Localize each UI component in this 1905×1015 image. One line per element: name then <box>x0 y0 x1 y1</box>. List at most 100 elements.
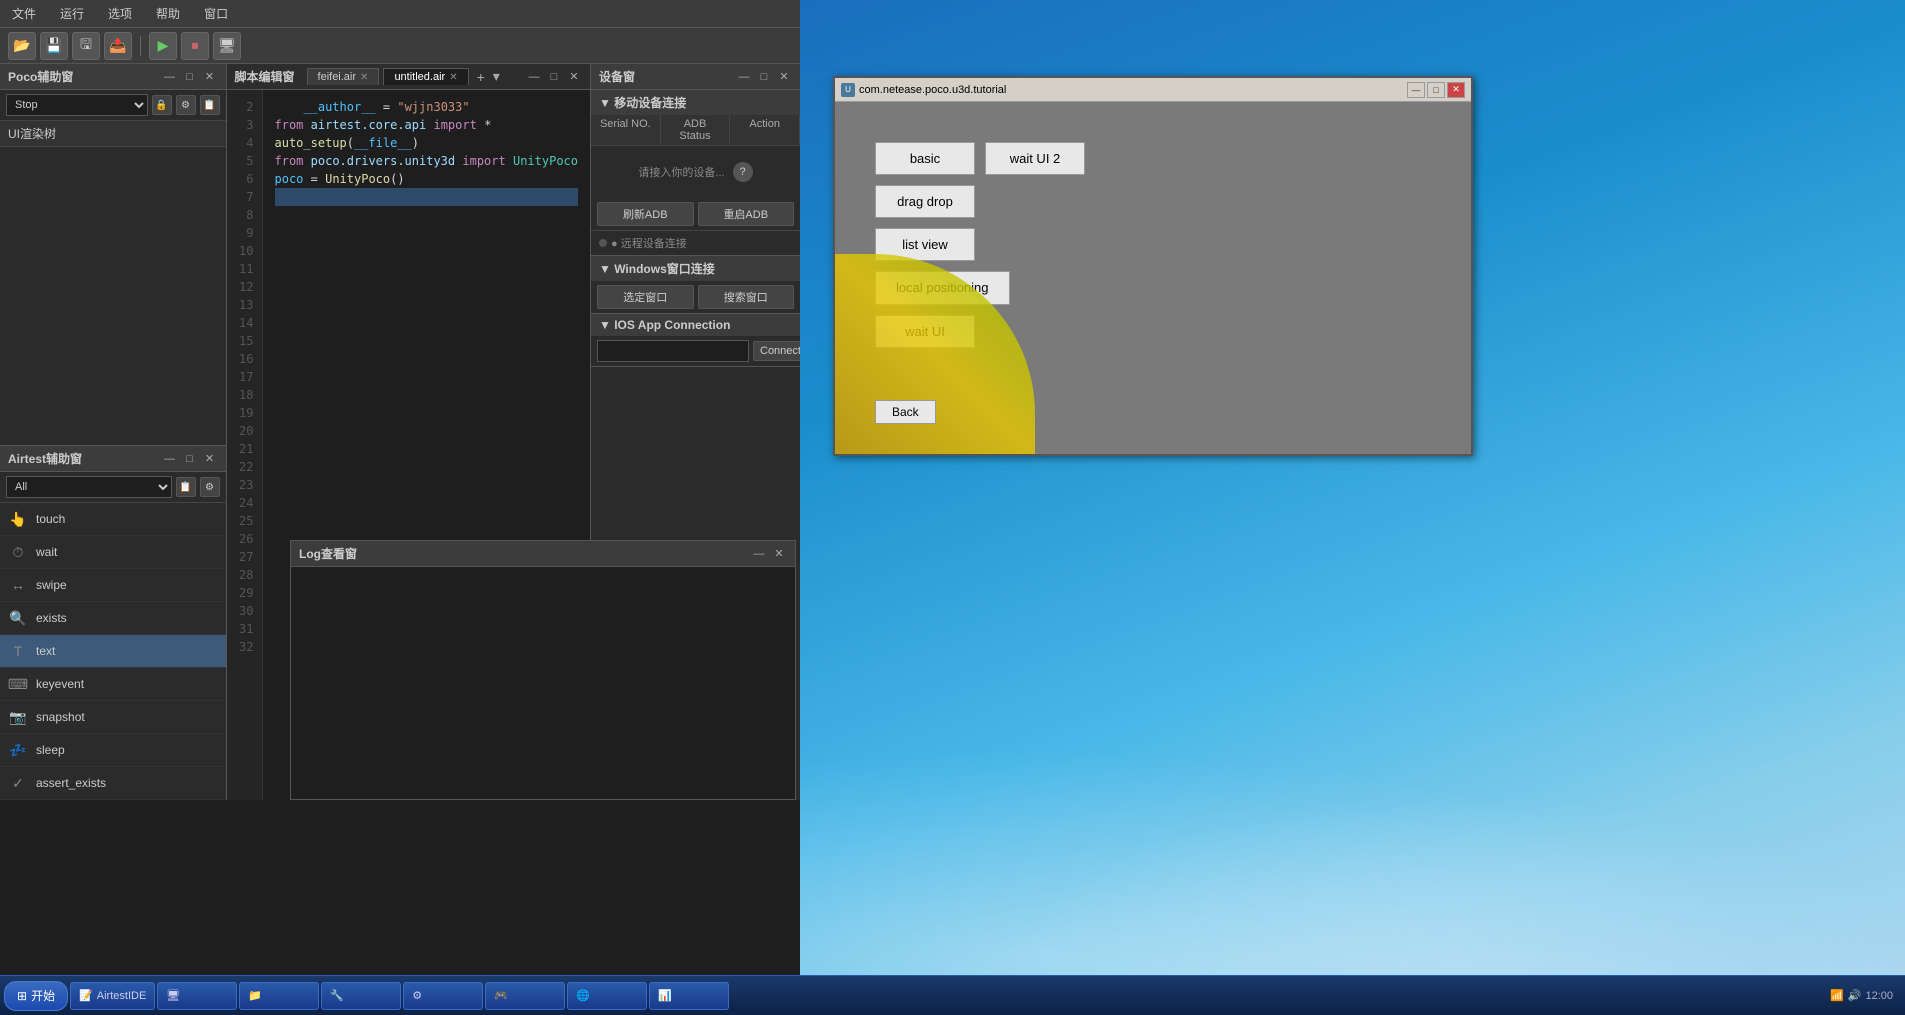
taskbar-item-0[interactable]: 📝 AirtestIDE <box>70 982 155 1010</box>
taskbar-item-5[interactable]: 🎮 <box>485 982 565 1010</box>
col-action: Action <box>730 115 800 145</box>
run-button[interactable]: ▶ <box>149 32 177 60</box>
windows-section-toggle[interactable]: ▼ Windows窗口连接 <box>591 256 800 281</box>
menu-options[interactable]: 选项 <box>104 3 136 24</box>
menu-file[interactable]: 文件 <box>8 3 40 24</box>
unity-close-btn[interactable]: ✕ <box>1447 82 1465 98</box>
unity-basic-button[interactable]: basic <box>875 142 975 175</box>
code-line-2: __author__ = "wjjn3033" <box>275 98 579 116</box>
airtest-filter-select[interactable]: All <box>6 476 172 498</box>
tab-feifei[interactable]: feifei.air ✕ <box>307 68 380 85</box>
unity-waitui2-button[interactable]: wait UI 2 <box>985 142 1085 175</box>
menu-help[interactable]: 帮助 <box>152 3 184 24</box>
editor-minimize-btn[interactable]: — <box>526 69 542 85</box>
airtest-copy-btn[interactable]: 📋 <box>176 477 196 497</box>
tray-volume-icon[interactable]: 🔊 <box>1848 989 1862 1002</box>
ui-tree-label: UI渲染树 <box>0 121 226 147</box>
device-button[interactable]: 🖥 <box>213 32 241 60</box>
device-close-btn[interactable]: ✕ <box>776 69 792 85</box>
search-window-button[interactable]: 搜索窗口 <box>698 285 795 309</box>
refresh-adb-button[interactable]: 刷新ADB <box>597 202 694 226</box>
airtest-settings-btn[interactable]: ⚙ <box>200 477 220 497</box>
poco-copy-btn[interactable]: 📋 <box>200 95 220 115</box>
ios-section-toggle[interactable]: ▼ IOS App Connection <box>591 314 800 336</box>
unity-dragdrop-button[interactable]: drag drop <box>875 185 975 218</box>
start-button[interactable]: ⊞ 开始 <box>4 981 68 1011</box>
menu-run[interactable]: 运行 <box>56 3 88 24</box>
log-panel: Log查看窗 — ✕ <box>290 540 796 800</box>
poco-close-btn[interactable]: ✕ <box>202 69 218 85</box>
log-content[interactable] <box>291 567 795 799</box>
ios-connect-row: Connect <box>591 336 800 366</box>
airtest-item-sleep[interactable]: 💤 sleep <box>0 734 226 767</box>
tab-untitled-label: untitled.air <box>394 71 445 83</box>
airtest-exists-label: exists <box>36 611 67 625</box>
save-button[interactable]: 🖫 <box>72 32 100 60</box>
poco-maximize-btn[interactable]: □ <box>182 69 198 85</box>
airtest-item-snapshot[interactable]: 📷 snapshot <box>0 701 226 734</box>
device-minimize-btn[interactable]: — <box>736 69 752 85</box>
tab-dropdown-button[interactable]: ▾ <box>493 68 500 85</box>
taskbar-item-icon-4: ⚙ <box>412 989 422 1002</box>
airtest-assert-label: assert_exists <box>36 776 106 790</box>
start-label: ⊞ <box>17 989 27 1003</box>
editor-panel-title: 脚本编辑窗 <box>235 68 295 85</box>
export-button[interactable]: 📤 <box>104 32 132 60</box>
restart-adb-button[interactable]: 重启ADB <box>698 202 795 226</box>
menu-window[interactable]: 窗口 <box>200 3 232 24</box>
tab-add-button[interactable]: + <box>477 69 485 85</box>
taskbar-item-icon-0: 📝 <box>79 989 93 1002</box>
mobile-section-toggle[interactable]: ▼ 移动设备连接 <box>591 90 800 115</box>
unity-minimize-btn[interactable]: — <box>1407 82 1425 98</box>
taskbar-item-6[interactable]: 🌐 <box>567 982 647 1010</box>
taskbar-item-3[interactable]: 🔧 <box>321 982 401 1010</box>
code-line-9: poco = UnityPoco() <box>275 170 579 188</box>
airtest-item-touch[interactable]: 👆 touch <box>0 503 226 536</box>
editor-maximize-btn[interactable]: □ <box>546 69 562 85</box>
editor-close-btn[interactable]: ✕ <box>566 69 582 85</box>
stop-button[interactable]: ⏹ <box>181 32 209 60</box>
poco-mode-select[interactable]: Stop <box>6 94 148 116</box>
airtest-snapshot-label: snapshot <box>36 710 85 724</box>
airtest-keyevent-label: keyevent <box>36 677 84 691</box>
connect-prompt-text: 请接入你的设备... <box>638 164 724 180</box>
tab-untitled-close[interactable]: ✕ <box>449 72 457 83</box>
airtest-item-text[interactable]: T text <box>0 635 226 668</box>
taskbar-item-2[interactable]: 📁 <box>239 982 319 1010</box>
keyevent-icon: ⌨ <box>8 674 28 694</box>
unity-back-button[interactable]: Back <box>875 400 936 424</box>
save-all-button[interactable]: 💾 <box>40 32 68 60</box>
ios-address-input[interactable] <box>597 340 749 362</box>
poco-refresh-btn[interactable]: 🔒 <box>152 95 172 115</box>
help-button[interactable]: ? <box>733 162 753 182</box>
unity-maximize-btn[interactable]: □ <box>1427 82 1445 98</box>
tab-untitled[interactable]: untitled.air ✕ <box>383 68 468 85</box>
ios-connect-button[interactable]: Connect <box>753 341 800 361</box>
airtest-minimize-btn[interactable]: — <box>162 451 178 467</box>
tab-feifei-close[interactable]: ✕ <box>360 72 368 83</box>
select-window-button[interactable]: 选定窗口 <box>597 285 694 309</box>
airtest-close-btn[interactable]: ✕ <box>202 451 218 467</box>
unity-titlebar: U com.netease.poco.u3d.tutorial — □ ✕ <box>835 78 1471 102</box>
poco-settings-btn[interactable]: ⚙ <box>176 95 196 115</box>
taskbar-item-7[interactable]: 📊 <box>649 982 729 1010</box>
log-minimize-btn[interactable]: — <box>751 546 767 562</box>
taskbar-item-icon-7: 📊 <box>658 989 672 1002</box>
taskbar-item-1[interactable]: 🖥 <box>157 982 237 1010</box>
airtest-item-assert[interactable]: ✓ assert_exists <box>0 767 226 800</box>
airtest-item-keyevent[interactable]: ⌨ keyevent <box>0 668 226 701</box>
log-panel-controls: — ✕ <box>751 546 787 562</box>
airtest-maximize-btn[interactable]: □ <box>182 451 198 467</box>
windows-section-label: ▼ Windows窗口连接 <box>599 260 715 277</box>
log-close-btn[interactable]: ✕ <box>771 546 787 562</box>
airtest-item-exists[interactable]: 🔍 exists <box>0 602 226 635</box>
taskbar-item-4[interactable]: ⚙ <box>403 982 483 1010</box>
airtest-item-wait[interactable]: ⏱ wait <box>0 536 226 569</box>
airtest-swipe-label: swipe <box>36 578 67 592</box>
airtest-item-swipe[interactable]: ↔ swipe <box>0 569 226 602</box>
device-maximize-btn[interactable]: □ <box>756 69 772 85</box>
open-file-button[interactable]: 📂 <box>8 32 36 60</box>
touch-icon: 👆 <box>8 509 28 529</box>
tray-network-icon[interactable]: 📶 <box>1830 989 1844 1002</box>
poco-minimize-btn[interactable]: — <box>162 69 178 85</box>
